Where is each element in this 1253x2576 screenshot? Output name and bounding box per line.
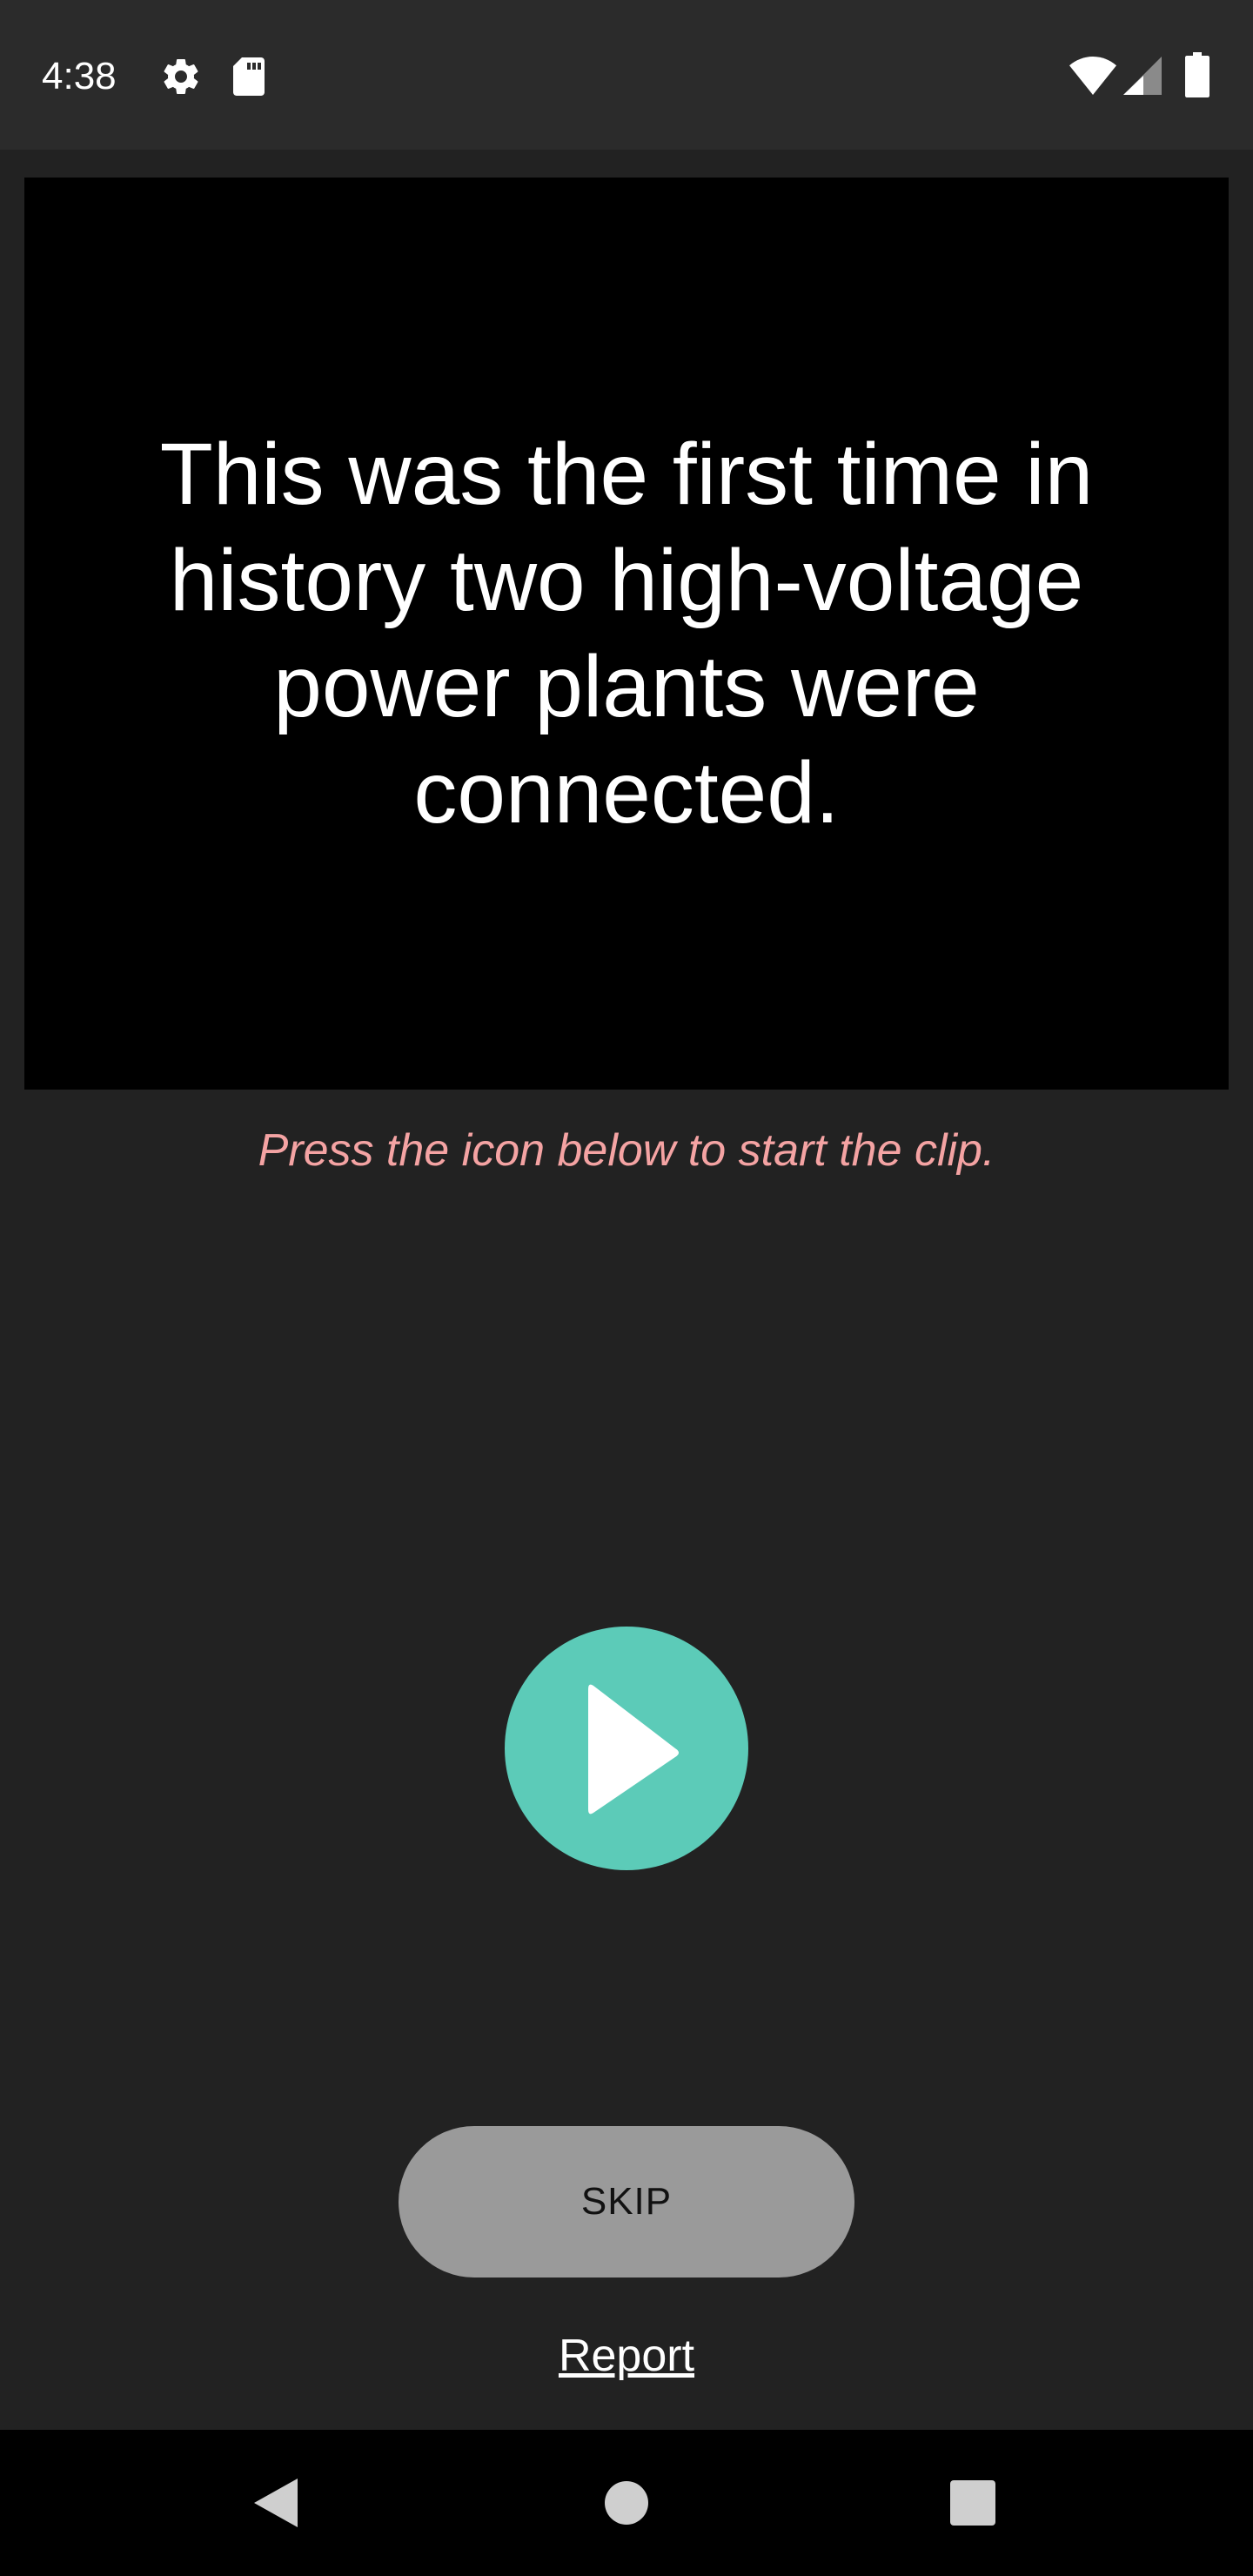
- nav-back-button[interactable]: [190, 2430, 364, 2576]
- status-bar: 4:38: [0, 0, 1253, 150]
- back-triangle-icon: [254, 2479, 298, 2527]
- play-button[interactable]: [505, 1627, 748, 1870]
- nav-recents-button[interactable]: [886, 2430, 1060, 2576]
- play-icon: [588, 1684, 679, 1815]
- wifi-icon: [1069, 57, 1116, 95]
- caption-card: This was the first time in history two h…: [24, 178, 1229, 1090]
- skip-button[interactable]: SKIP: [399, 2126, 854, 2277]
- settings-gear-icon: [164, 59, 198, 94]
- navigation-bar: [0, 2430, 1253, 2576]
- caption-text: This was the first time in history two h…: [159, 426, 1094, 842]
- nav-home-button[interactable]: [539, 2430, 714, 2576]
- recents-square-icon: [950, 2480, 995, 2526]
- sd-card-icon: [233, 57, 265, 96]
- status-time: 4:38: [42, 55, 117, 97]
- report-link[interactable]: Report: [0, 2325, 1253, 2386]
- hint-text: Press the icon below to start the clip.: [258, 1125, 995, 1176]
- battery-icon: [1185, 52, 1209, 97]
- home-circle-icon: [605, 2481, 648, 2525]
- cell-signal-icon: [1123, 57, 1162, 95]
- app-screen: 4:38 This was the first time in history …: [0, 0, 1253, 2576]
